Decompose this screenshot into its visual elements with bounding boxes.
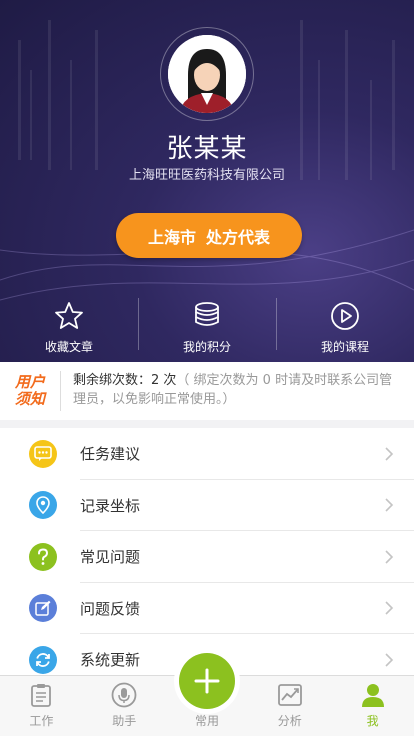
tab-analysis[interactable]: 分析 bbox=[248, 676, 331, 736]
add-button[interactable] bbox=[179, 653, 235, 709]
quick-link-courses[interactable]: 我的课程 bbox=[276, 292, 414, 362]
role-button[interactable]: 上海市 处方代表 bbox=[116, 213, 302, 258]
chevron-right-icon bbox=[385, 447, 394, 461]
question-icon bbox=[29, 542, 57, 571]
menu-label: 问题反馈 bbox=[80, 599, 141, 618]
clipboard-icon bbox=[31, 684, 52, 707]
notice-logo: 用户 须知 bbox=[0, 362, 60, 420]
plus-icon bbox=[194, 668, 220, 694]
menu-item-task-suggestions[interactable]: 任务建议 bbox=[0, 428, 414, 480]
tab-label: 常用 bbox=[194, 714, 219, 728]
quick-link-label: 我的课程 bbox=[320, 340, 369, 354]
menu-item-faq[interactable]: 常见问题 bbox=[0, 531, 414, 583]
profile-header: 张某某 上海旺旺医药科技有限公司 上海市 处方代表 收藏文章 我的积分 我的课程 bbox=[0, 0, 414, 362]
chart-icon bbox=[277, 684, 302, 706]
user-notice: 用户 须知 剩余绑次数：2 次（ 绑定次数为 0 时请及时联系公司管理员，以免影… bbox=[0, 362, 414, 420]
quick-link-points[interactable]: 我的积分 bbox=[138, 292, 276, 362]
tab-label: 助手 bbox=[112, 714, 137, 728]
microphone-icon bbox=[111, 682, 137, 708]
role-title: 处方代表 bbox=[206, 227, 271, 247]
tab-work[interactable]: 工作 bbox=[0, 676, 83, 736]
settings-menu: 任务建议 记录坐标 常见问题 问题反馈 系统更新 bbox=[0, 428, 414, 686]
divider bbox=[276, 298, 277, 350]
notice-logo-line2: 须知 bbox=[14, 390, 45, 408]
quick-links: 收藏文章 我的积分 我的课程 bbox=[0, 292, 414, 362]
chevron-right-icon bbox=[385, 653, 394, 667]
menu-item-record-location[interactable]: 记录坐标 bbox=[0, 480, 414, 531]
tab-me[interactable]: 我 bbox=[331, 676, 414, 736]
tab-label: 工作 bbox=[29, 714, 54, 728]
tab-assistant[interactable]: 助手 bbox=[83, 676, 166, 736]
location-pin-icon bbox=[29, 491, 57, 520]
avatar[interactable] bbox=[168, 35, 246, 113]
quick-link-label: 我的积分 bbox=[182, 340, 231, 354]
chevron-right-icon bbox=[385, 498, 394, 512]
notice-text: 剩余绑次数：2 次（ 绑定次数为 0 时请及时联系公司管理员，以免影响正常使用。… bbox=[61, 362, 411, 409]
refresh-icon bbox=[29, 645, 57, 674]
notice-logo-line1: 用户 bbox=[14, 373, 45, 391]
chevron-right-icon bbox=[385, 550, 394, 564]
center-action-wrap bbox=[174, 648, 240, 714]
chat-icon bbox=[29, 439, 57, 468]
quick-link-favorites[interactable]: 收藏文章 bbox=[0, 292, 138, 362]
binding-remaining: 剩余绑次数：2 次 bbox=[73, 373, 177, 388]
coins-icon bbox=[195, 302, 219, 326]
company-name: 上海旺旺医药科技有限公司 bbox=[128, 168, 285, 183]
quick-link-label: 收藏文章 bbox=[44, 340, 93, 354]
divider bbox=[138, 298, 139, 350]
play-circle-icon bbox=[331, 302, 359, 330]
menu-item-feedback[interactable]: 问题反馈 bbox=[0, 583, 414, 634]
tab-label: 分析 bbox=[277, 714, 302, 728]
user-name: 张某某 bbox=[166, 134, 248, 164]
avatar-ring[interactable] bbox=[160, 27, 254, 121]
tab-label: 我 bbox=[366, 714, 379, 728]
chevron-right-icon bbox=[385, 601, 394, 615]
avatar-woman-icon bbox=[168, 35, 246, 113]
star-icon bbox=[55, 302, 83, 329]
menu-label: 常见问题 bbox=[80, 548, 141, 567]
edit-icon bbox=[29, 594, 57, 623]
menu-label: 记录坐标 bbox=[80, 496, 141, 515]
role-city: 上海市 bbox=[147, 227, 196, 247]
person-icon bbox=[361, 684, 384, 707]
menu-label: 任务建议 bbox=[80, 445, 141, 464]
